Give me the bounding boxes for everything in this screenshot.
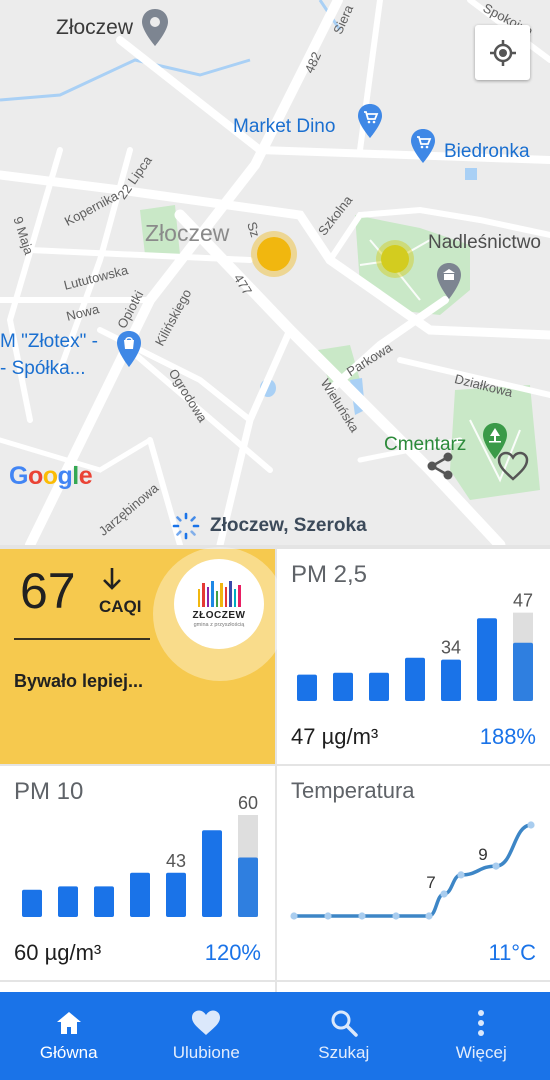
pm25-bar (513, 642, 533, 701)
crosshair-icon (489, 39, 516, 66)
temperature-point-label: 7 (426, 873, 435, 892)
pm10-bar-label: 60 (238, 793, 258, 813)
poi-nadlesnictwo-label[interactable]: Nadleśnictwo (428, 232, 541, 254)
city-logo: ZŁOCZEW gmina z przyszłością (174, 559, 264, 649)
aqi-divider (14, 638, 150, 640)
station-name: Złoczew, Szeroka (210, 515, 367, 536)
pm25-bar (333, 672, 353, 701)
pm10-bar-label: 43 (166, 851, 186, 871)
town-label-center: Złoczew (145, 220, 230, 246)
pm25-bar (441, 659, 461, 701)
map-view[interactable]: Złoczew 482 Siera Spokojna Market Dino B… (0, 0, 550, 545)
shopping-cart-pin-icon[interactable] (357, 103, 383, 139)
pm10-percent: 120% (204, 940, 261, 965)
temperature-point (358, 912, 366, 920)
pm25-bar-label: 34 (441, 638, 461, 658)
pm25-percent: 188% (479, 724, 536, 749)
nav-search-label: Szukaj (318, 1043, 370, 1062)
pm10-card[interactable]: PM 10 43 60 60 µg/m³ 120% (0, 766, 275, 980)
pm25-bar-label: 47 (513, 591, 533, 611)
pm10-bar (22, 889, 42, 917)
temperature-point (457, 871, 465, 879)
pm25-card[interactable]: PM 2,5 34 47 47 µg/m³ 188% (277, 549, 550, 764)
pm10-bar (202, 830, 222, 917)
shopping-bag-pin-icon[interactable] (116, 330, 142, 368)
share-icon[interactable] (424, 450, 456, 482)
aqi-value: 67 (20, 563, 76, 619)
temperature-point (527, 821, 535, 829)
nav-more-label: Więcej (455, 1043, 507, 1062)
pm10-value: 60 µg/m³ (14, 940, 102, 965)
temperature-point (440, 890, 448, 898)
pm25-bar (405, 657, 425, 701)
temperature-point (290, 912, 298, 920)
temperature-point (492, 862, 500, 870)
google-logo: Google (9, 462, 93, 491)
google-logo-letter: e (78, 462, 93, 490)
temperature-point-label: 9 (478, 845, 487, 864)
search-icon (331, 1010, 358, 1037)
place-pin-icon[interactable] (141, 8, 169, 48)
nav-favorites[interactable]: Ulubione (138, 992, 276, 1080)
home-icon (56, 1012, 81, 1034)
city-logo-bars (197, 580, 241, 607)
town-label: Złoczew (56, 16, 134, 39)
temperature-point (392, 912, 400, 920)
pm25-bar (297, 674, 317, 701)
pm10-bar (130, 872, 150, 917)
nav-home-label: Główna (39, 1043, 98, 1062)
google-logo-letter: g (57, 462, 73, 490)
google-logo-text: Google (9, 462, 93, 490)
more-vert-icon (478, 1010, 485, 1036)
poi-zlotex-label[interactable]: M "Złotex" - - Spółka... (0, 328, 98, 382)
heart-icon (192, 1010, 221, 1035)
temperature-card[interactable]: Temperatura 79 11°C (277, 766, 550, 980)
bottom-navigation: Główna Ulubione Szukaj Więcej (0, 992, 550, 1080)
nav-more[interactable]: Więcej (413, 992, 550, 1080)
temperature-line (293, 823, 532, 918)
app-screen: Złoczew 482 Siera Spokojna Market Dino B… (0, 0, 550, 1080)
pm25-bar (477, 618, 497, 701)
my-location-button[interactable] (475, 25, 530, 80)
temperature-point (324, 912, 332, 920)
pm25-bar (369, 672, 389, 701)
aqi-description: Bywało lepiej... (14, 671, 144, 691)
shopping-cart-pin-icon[interactable] (410, 128, 436, 164)
temperature-value: 11°C (488, 940, 536, 965)
station-indicator: Złoczew, Szeroka (172, 512, 367, 540)
pm10-bar (166, 872, 186, 917)
aqi-unit: CAQI (99, 597, 142, 616)
landmark-pin-icon[interactable] (436, 262, 462, 300)
google-logo-letter: G (9, 462, 28, 490)
city-logo-tagline: gmina z przyszłością (193, 621, 245, 628)
arrow-down-icon (103, 568, 121, 590)
pm10-bar (58, 886, 78, 917)
nav-home[interactable]: Główna (0, 992, 138, 1080)
pm10-bar (94, 886, 114, 917)
pm25-value: 47 µg/m³ (291, 724, 379, 749)
google-logo-letter: o (27, 462, 43, 490)
poi-market-dino-label[interactable]: Market Dino (233, 116, 335, 138)
city-logo-name: ZŁOCZEW (192, 609, 246, 621)
station-marker-park[interactable] (381, 245, 409, 273)
nav-search[interactable]: Szukaj (275, 992, 413, 1080)
temperature-point (425, 912, 433, 920)
nav-favorites-label: Ulubione (172, 1043, 240, 1062)
google-logo-letter: o (42, 462, 58, 490)
loading-spinner-icon (172, 512, 200, 540)
station-marker-main[interactable] (257, 237, 291, 271)
poi-biedronka-label[interactable]: Biedronka (444, 141, 530, 163)
favorite-outline-icon[interactable] (496, 450, 530, 482)
pm10-bar (238, 857, 258, 917)
